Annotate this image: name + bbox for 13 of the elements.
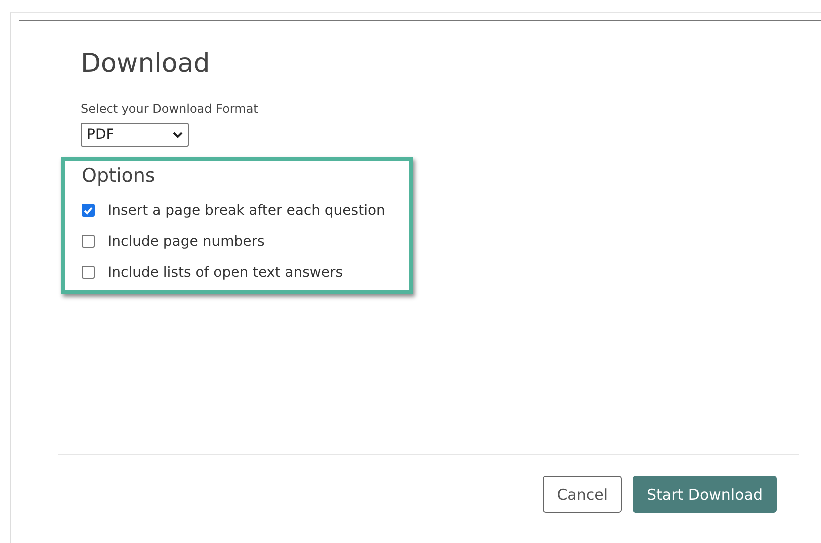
dialog-title: Download	[81, 48, 212, 80]
cancel-button[interactable]: Cancel	[543, 476, 622, 513]
chevron-icon	[173, 132, 183, 138]
option-label: Insert a page break after each question	[108, 202, 386, 218]
start-download-button[interactable]: Start Download	[633, 476, 777, 513]
format-dropdown[interactable]: PDF	[81, 123, 189, 147]
option-label: Include page numbers	[108, 234, 265, 250]
options-heading: Options	[82, 165, 156, 187]
checkbox[interactable]	[82, 204, 95, 217]
checkbox[interactable]	[82, 235, 95, 248]
checkbox[interactable]	[82, 266, 95, 279]
format-label: Select your Download Format	[81, 101, 260, 117]
option-label: Include lists of open text answers	[108, 264, 343, 280]
